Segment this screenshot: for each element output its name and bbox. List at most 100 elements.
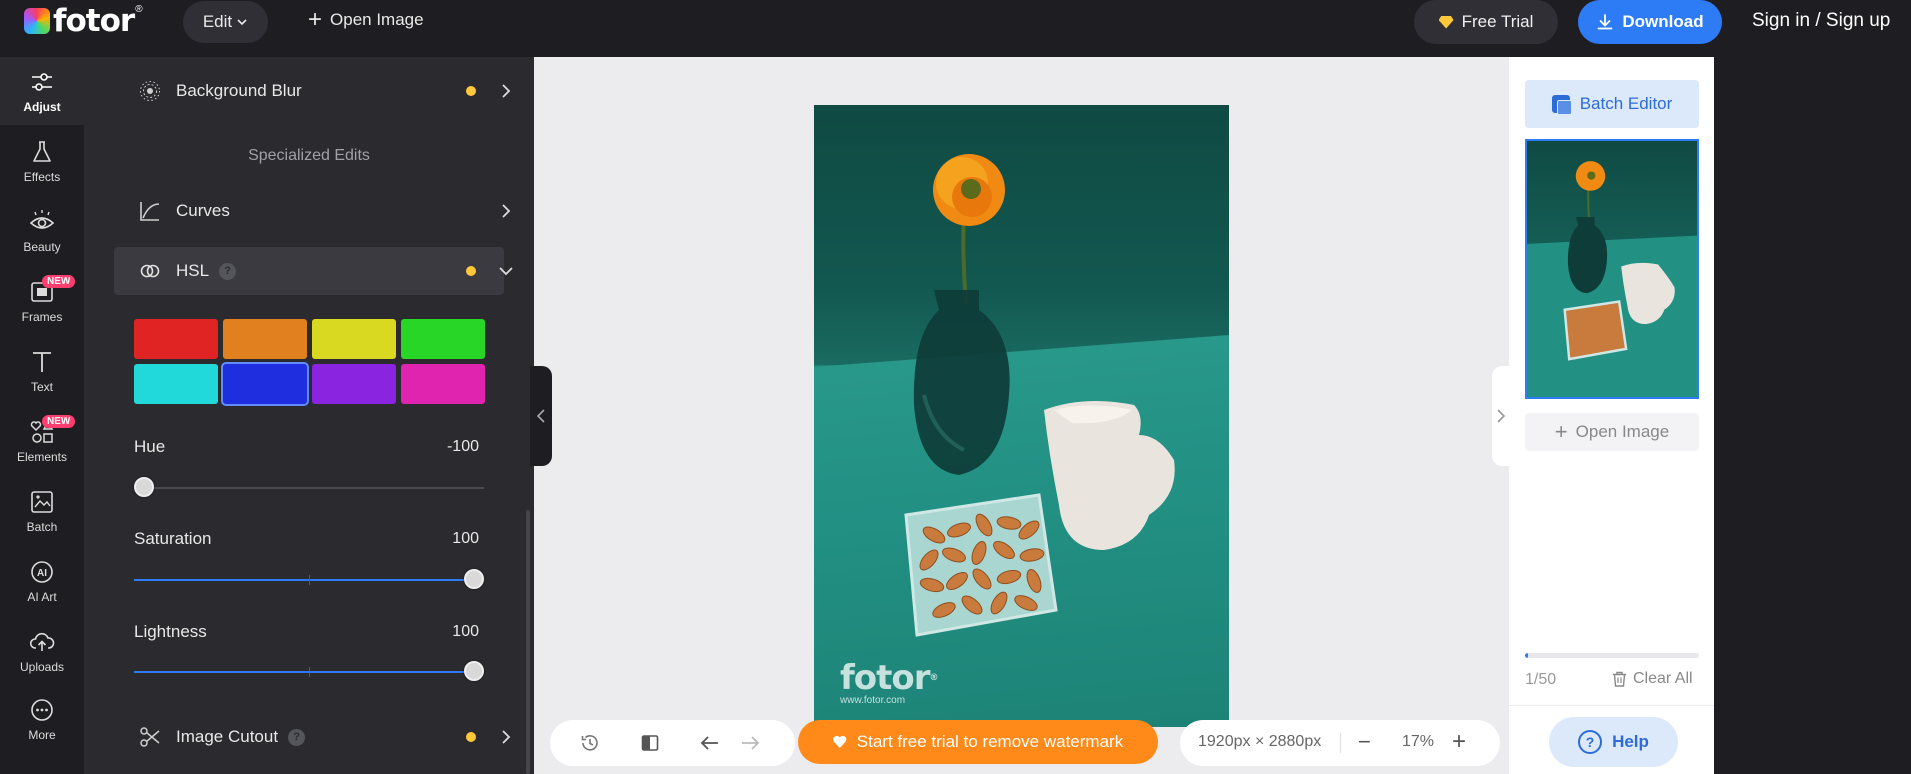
rail-item-text[interactable]: Text <box>0 337 84 405</box>
help-question-icon[interactable]: ? <box>219 262 237 280</box>
lightness-label: Lightness <box>134 622 207 641</box>
rail-label: AI Art <box>27 589 57 604</box>
redo-arrow-icon <box>742 736 760 750</box>
ai-circle-icon: AI <box>31 560 53 583</box>
curves-icon <box>138 199 162 223</box>
hsl-color-swatch[interactable] <box>312 319 396 359</box>
rail-item-adjust[interactable]: Adjust <box>0 57 84 125</box>
rail-item-effects[interactable]: Effects <box>0 127 84 195</box>
zoom-controls: 1920px × 2880px − 17% + <box>1180 720 1500 766</box>
lightness-slider-track[interactable] <box>134 667 484 677</box>
download-label: Download <box>1622 12 1704 31</box>
lightness-slider-knob[interactable] <box>464 661 484 681</box>
collapse-panel-left-button[interactable] <box>530 366 552 466</box>
watermark-url: www.fotor.com <box>840 695 906 706</box>
collapse-panel-right-button[interactable] <box>1492 366 1510 466</box>
help-question-icon[interactable]: ? <box>288 728 306 746</box>
hsl-color-swatches <box>134 319 485 406</box>
new-badge: NEW <box>42 275 76 288</box>
saturation-slider-knob[interactable] <box>464 569 484 589</box>
help-button[interactable]: ? Help <box>1549 717 1678 767</box>
rail-item-beauty[interactable]: Beauty <box>0 197 84 265</box>
download-button[interactable]: Download <box>1578 0 1722 44</box>
slider-center-tick <box>309 575 310 585</box>
background-blur-label: Background Blur <box>176 81 302 100</box>
background-blur-row[interactable]: Background Blur <box>114 67 511 115</box>
rail-item-more[interactable]: More <box>0 685 84 753</box>
rail-label: More <box>28 727 56 742</box>
blur-icon <box>138 79 162 103</box>
hue-value: -100 <box>446 438 479 455</box>
redo-button[interactable] <box>738 731 762 755</box>
tool-rail: Adjust Effects Beauty Frames NEW Text El… <box>0 57 84 774</box>
edit-menu-button[interactable]: Edit <box>183 1 268 43</box>
fotor-logo[interactable]: fotor ® <box>24 4 143 38</box>
rail-label: Frames <box>21 309 63 324</box>
rail-item-elements[interactable]: Elements NEW <box>0 407 84 475</box>
zoom-level[interactable]: 17% <box>1402 733 1434 751</box>
trash-icon <box>1613 671 1626 687</box>
history-button[interactable] <box>578 731 602 755</box>
help-label: Help <box>1612 732 1649 751</box>
hue-slider-track[interactable] <box>134 487 484 489</box>
panel-scrollbar[interactable] <box>526 510 530 774</box>
zoom-out-button[interactable]: − <box>1358 729 1371 755</box>
edit-label: Edit <box>202 12 233 31</box>
hsl-color-swatch[interactable] <box>401 319 485 359</box>
help-circle-icon: ? <box>1578 730 1603 754</box>
watermark-logo-text: fotor <box>840 658 931 698</box>
remove-watermark-button[interactable]: Start free trial to remove watermark <box>798 720 1158 764</box>
saturation-slider-track[interactable] <box>134 575 484 585</box>
pro-dot <box>466 266 476 276</box>
saturation-value: 100 <box>452 530 479 547</box>
edited-photo[interactable]: fotor® www.fotor.com <box>814 105 1229 727</box>
logo-text: fotor <box>53 3 135 39</box>
chevron-left-icon <box>536 409 545 423</box>
hsl-color-swatch[interactable] <box>221 362 309 406</box>
sign-in-link[interactable]: Sign in / Sign up <box>1752 10 1890 32</box>
clear-all-button[interactable]: Clear All <box>1612 670 1693 688</box>
hsl-row[interactable]: HSL ? <box>114 247 513 295</box>
batch-editor-button[interactable]: Batch Editor <box>1525 80 1699 128</box>
chevron-right-icon <box>502 730 511 744</box>
hsl-color-swatch[interactable] <box>312 364 396 404</box>
adjust-panel: Background Blur Specialized Edits Curves… <box>84 57 534 774</box>
rail-item-ai-art[interactable]: AI AI Art <box>0 547 84 615</box>
divider <box>1509 705 1714 706</box>
hue-label: Hue <box>134 437 166 456</box>
rail-item-uploads[interactable]: Uploads <box>0 617 84 685</box>
batch-progress-fill <box>1525 653 1529 658</box>
add-image-label: Open Image <box>1575 422 1670 441</box>
rail-label: Uploads <box>19 659 65 674</box>
batch-editor-icon <box>1551 95 1572 115</box>
heart-icon <box>833 735 847 749</box>
rail-item-batch[interactable]: Batch <box>0 477 84 545</box>
image-cutout-row[interactable]: Image Cutout ? <box>114 713 511 761</box>
hsl-color-swatch[interactable] <box>134 364 218 404</box>
rail-item-frames[interactable]: Frames NEW <box>0 267 84 335</box>
hue-slider-knob[interactable] <box>134 477 154 497</box>
chevron-right-icon <box>502 84 511 98</box>
hsl-color-swatch[interactable] <box>134 319 218 359</box>
free-trial-label: Free Trial <box>1461 12 1534 31</box>
open-image-button[interactable]: + Open Image <box>308 8 424 32</box>
undo-button[interactable] <box>698 731 722 755</box>
logo-mark-icon <box>24 8 50 34</box>
batch-panel: Batch Editor + Open Image 1/50 Clear All… <box>1509 57 1714 774</box>
curves-row[interactable]: Curves <box>114 187 511 235</box>
chevron-down-icon <box>237 19 247 26</box>
hsl-color-swatch[interactable] <box>223 319 307 359</box>
new-badge: NEW <box>42 415 76 428</box>
plus-icon: + <box>1554 419 1568 444</box>
compare-button[interactable] <box>638 731 662 755</box>
image-count: 1/50 <box>1525 671 1557 688</box>
diamond-icon <box>1438 15 1454 29</box>
curves-label: Curves <box>176 201 230 220</box>
add-image-button[interactable]: + Open Image <box>1525 413 1699 451</box>
hsl-color-swatch[interactable] <box>401 364 485 404</box>
chevron-right-icon <box>502 204 511 218</box>
image-thumbnail[interactable] <box>1525 139 1699 399</box>
saturation-label: Saturation <box>134 529 212 548</box>
zoom-in-button[interactable]: + <box>1452 728 1466 756</box>
free-trial-button[interactable]: Free Trial <box>1414 0 1558 44</box>
